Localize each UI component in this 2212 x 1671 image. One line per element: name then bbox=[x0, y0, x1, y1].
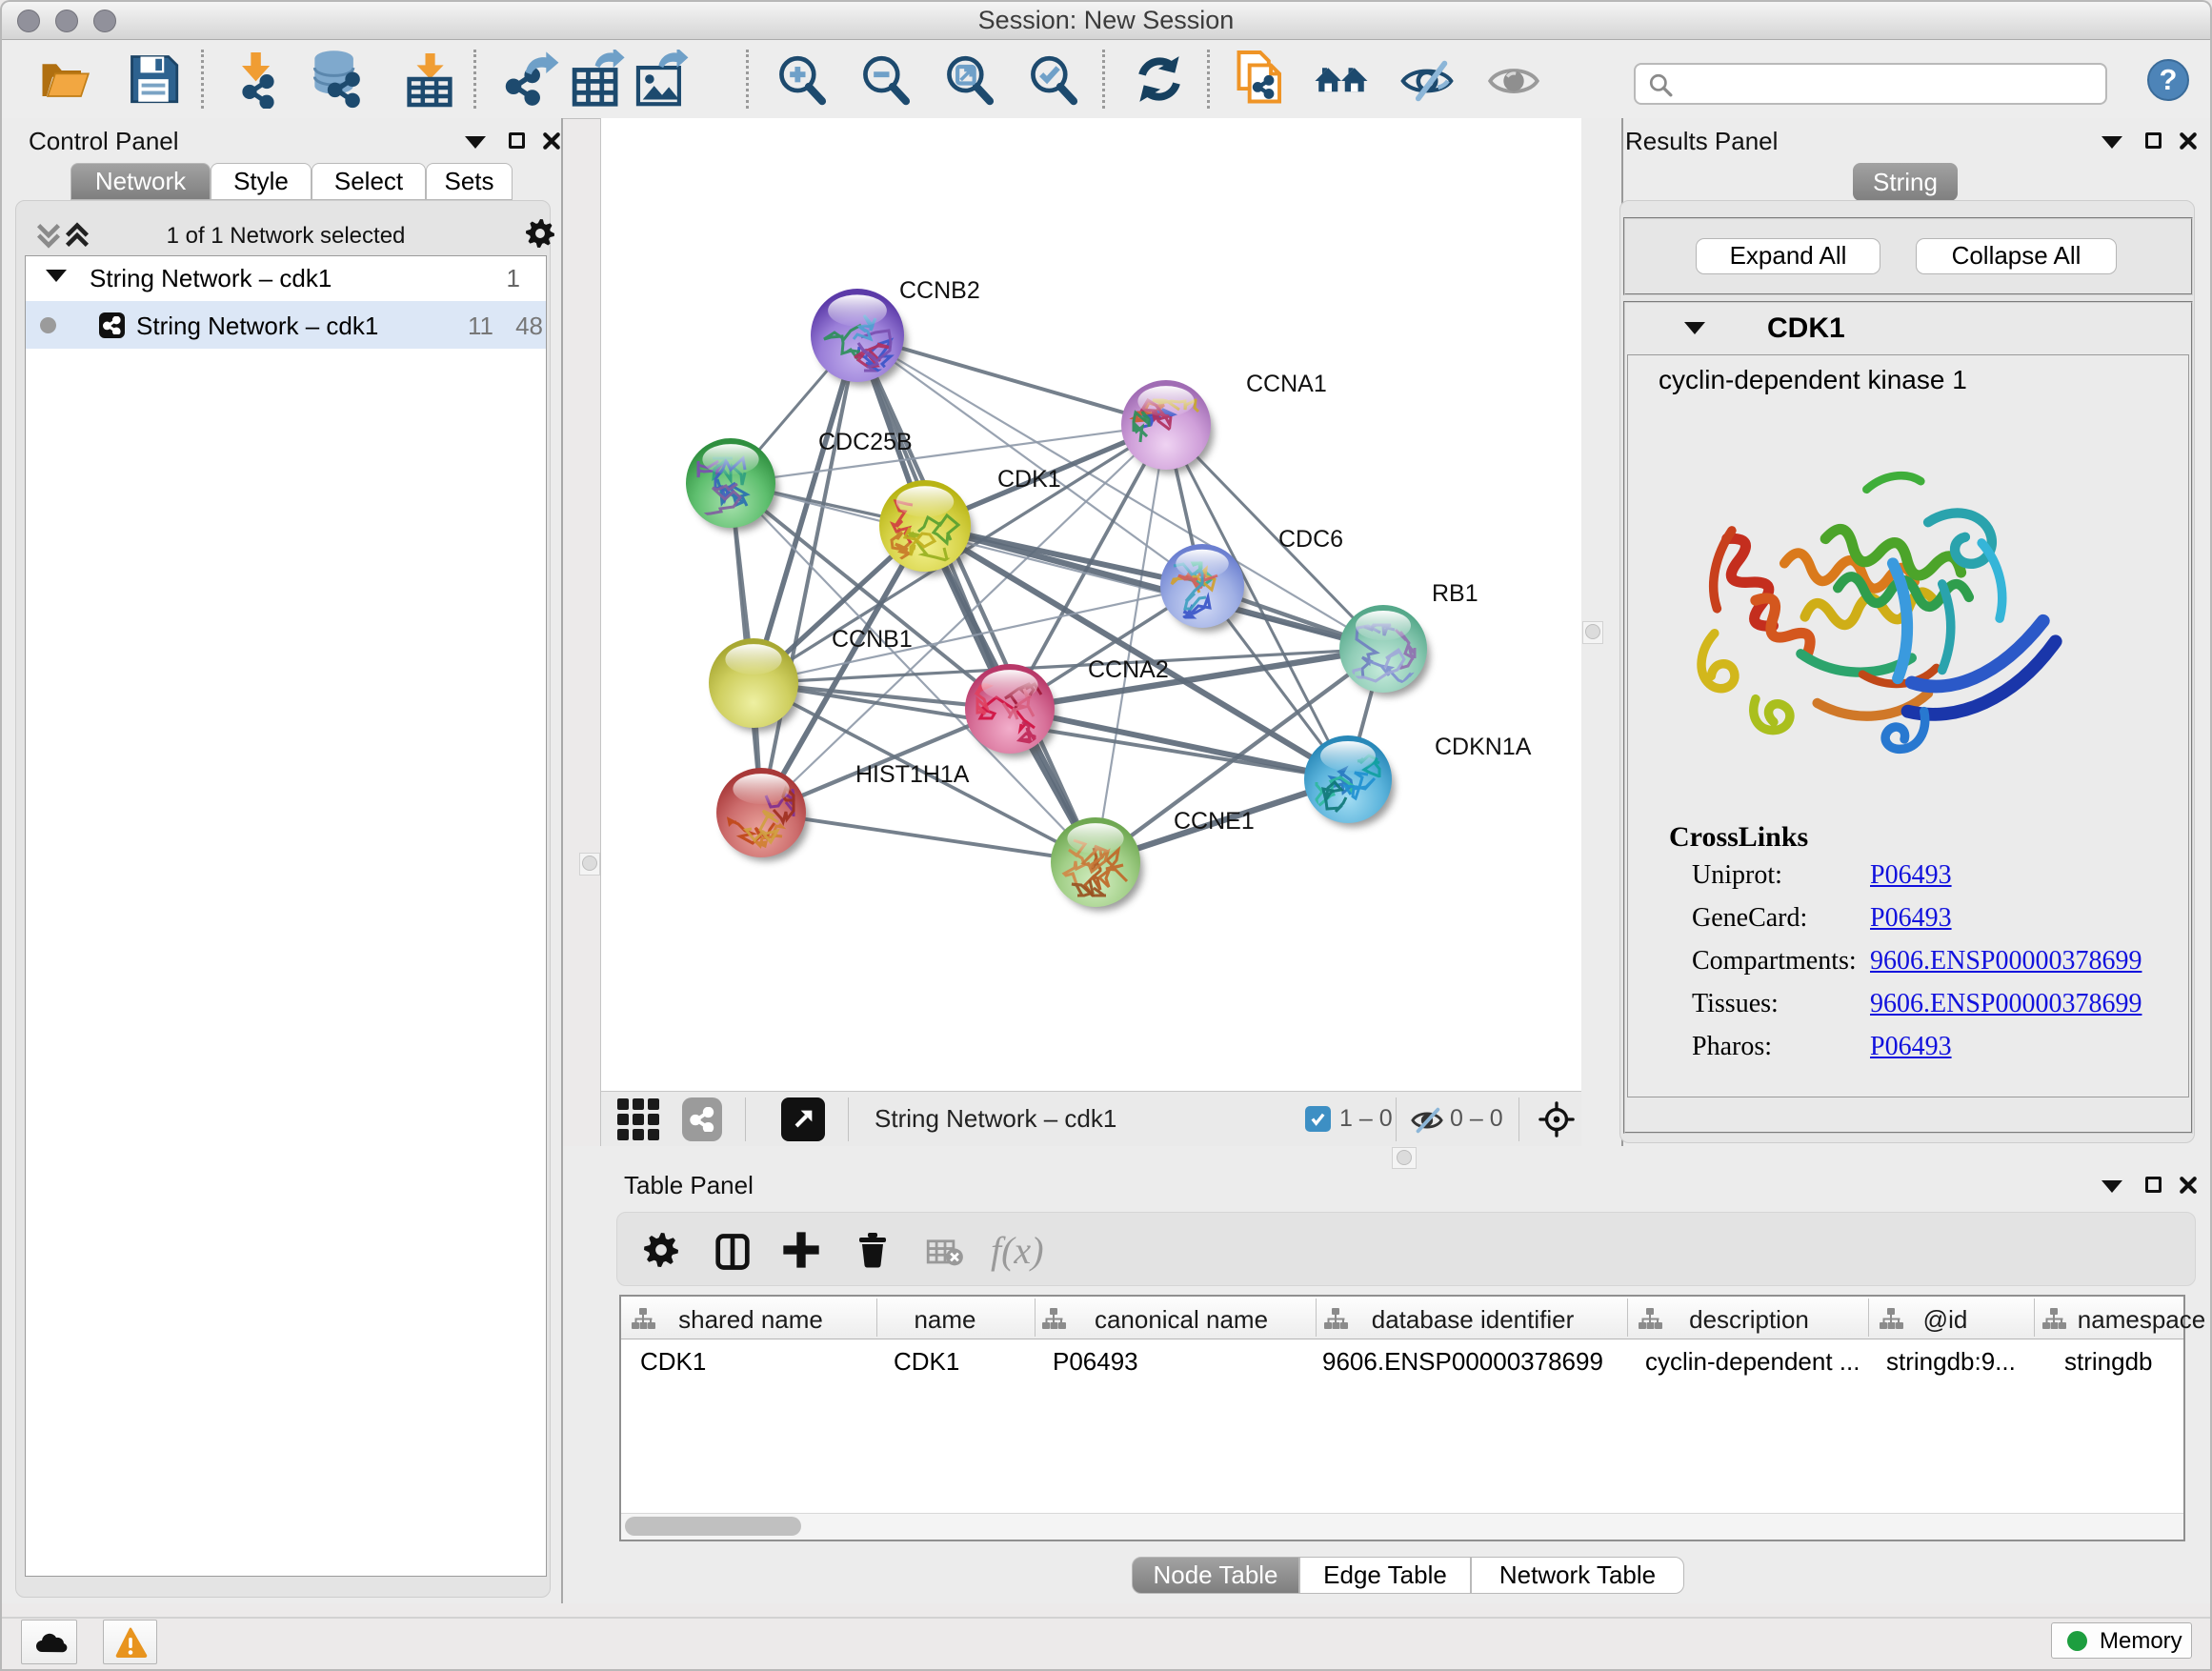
svg-text:CCNA2: CCNA2 bbox=[1088, 656, 1169, 683]
svg-text:CDC25B: CDC25B bbox=[818, 429, 913, 455]
svg-text:CCNE1: CCNE1 bbox=[1174, 808, 1255, 835]
svg-text:HIST1H1A: HIST1H1A bbox=[855, 761, 970, 788]
svg-text:CDK1: CDK1 bbox=[997, 466, 1061, 493]
svg-text:CDKN1A: CDKN1A bbox=[1435, 734, 1532, 760]
svg-text:CDC6: CDC6 bbox=[1278, 526, 1343, 553]
svg-text:CCNB2: CCNB2 bbox=[899, 277, 980, 304]
svg-text:CCNB1: CCNB1 bbox=[832, 626, 913, 653]
svg-text:CCNA1: CCNA1 bbox=[1246, 371, 1327, 397]
svg-text:RB1: RB1 bbox=[1432, 580, 1478, 607]
